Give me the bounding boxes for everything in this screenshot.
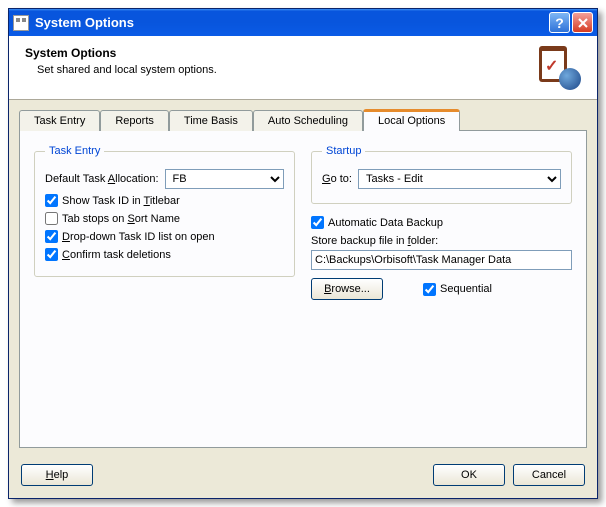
automatic-backup-checkbox[interactable] [311, 216, 324, 229]
right-column: Startup Go to: Tasks - Edit [311, 145, 572, 433]
backup-group: Automatic Data Backup Store backup file … [311, 216, 572, 300]
left-column: Task Entry Default Task Allocation: FB [34, 145, 295, 433]
app-icon [13, 15, 29, 31]
tab-strip: Task Entry Reports Time Basis Auto Sched… [19, 108, 587, 130]
tab-stops-label: Tab stops on Sort Name [62, 213, 180, 225]
store-backup-label: Store backup file in folder: [311, 235, 572, 247]
tab-auto-scheduling[interactable]: Auto Scheduling [253, 110, 363, 131]
cancel-button[interactable]: Cancel [513, 464, 585, 486]
header-icon [537, 46, 581, 90]
startup-group: Startup Go to: Tasks - Edit [311, 145, 572, 204]
person-icon [559, 68, 581, 90]
backup-path-input[interactable] [311, 250, 572, 270]
footer: Help OK Cancel [9, 456, 597, 498]
startup-legend: Startup [322, 145, 365, 157]
tab-reports[interactable]: Reports [100, 110, 169, 131]
dropdown-task-id-checkbox[interactable] [45, 230, 58, 243]
tab-task-entry[interactable]: Task Entry [19, 110, 100, 131]
body-area: Task Entry Reports Time Basis Auto Sched… [9, 100, 597, 456]
task-entry-group: Task Entry Default Task Allocation: FB [34, 145, 295, 277]
tab-stops-checkbox[interactable] [45, 212, 58, 225]
goto-label: Go to: [322, 173, 352, 185]
page-subtitle: Set shared and local system options. [37, 64, 537, 76]
ok-button[interactable]: OK [433, 464, 505, 486]
sequential-label: Sequential [440, 283, 492, 295]
goto-select[interactable]: Tasks - Edit [358, 169, 561, 189]
show-task-id-label: Show Task ID in Titlebar [62, 195, 180, 207]
automatic-backup-label: Automatic Data Backup [328, 217, 443, 229]
titlebar-help-button[interactable]: ? [549, 12, 570, 33]
confirm-deletions-label: Confirm task deletions [62, 249, 171, 261]
system-options-window: System Options ? System Options Set shar… [8, 8, 598, 499]
help-button[interactable]: Help [21, 464, 93, 486]
default-allocation-select[interactable]: FB [165, 169, 284, 189]
window-title: System Options [35, 15, 547, 30]
tab-panel-local-options: Task Entry Default Task Allocation: FB [19, 130, 587, 448]
titlebar-close-button[interactable] [572, 12, 593, 33]
sequential-checkbox[interactable] [423, 283, 436, 296]
default-allocation-label: Default Task Allocation: [45, 173, 159, 185]
tab-local-options[interactable]: Local Options [363, 109, 460, 131]
header-band: System Options Set shared and local syst… [9, 36, 597, 100]
task-entry-legend: Task Entry [45, 145, 104, 157]
page-title: System Options [25, 46, 537, 60]
titlebar: System Options ? [9, 9, 597, 36]
confirm-deletions-checkbox[interactable] [45, 248, 58, 261]
dropdown-task-id-label: Drop-down Task ID list on open [62, 231, 215, 243]
browse-button[interactable]: Browse... [311, 278, 383, 300]
tab-time-basis[interactable]: Time Basis [169, 110, 253, 131]
show-task-id-checkbox[interactable] [45, 194, 58, 207]
close-icon [578, 18, 588, 28]
